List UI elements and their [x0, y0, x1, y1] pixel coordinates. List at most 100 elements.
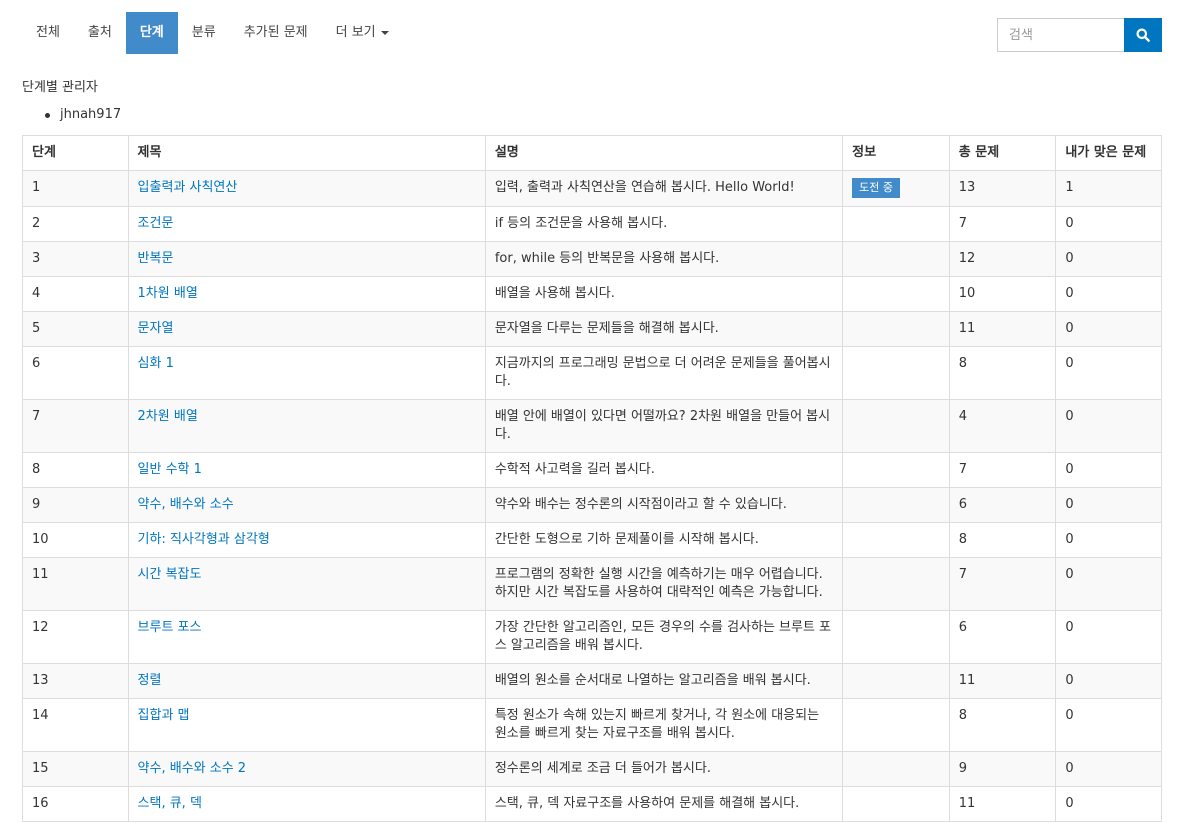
title-cell: 집합과 맵	[127, 698, 486, 752]
step-title-link[interactable]: 일반 수학 1	[138, 462, 202, 477]
description-cell: 스택, 큐, 덱 자료구조를 사용하여 문제를 해결해 봅시다.	[484, 786, 844, 822]
step-number-cell: 5	[22, 311, 129, 347]
table-row: 3 반복문 for, while 등의 반복문을 사용해 봅시다. 12 0	[22, 241, 1162, 277]
solved-problems-cell: 0	[1055, 206, 1162, 242]
table-row: 2 조건문 if 등의 조건문을 사용해 봅시다. 7 0	[22, 206, 1162, 242]
info-cell	[842, 276, 950, 312]
total-problems-cell: 13	[948, 170, 1057, 207]
page: 전체 출처 단계 분류 추가된 문제 더 보기 단계별 관리자 jhnah917…	[0, 0, 1179, 827]
tab-step[interactable]: 단계	[125, 12, 178, 54]
managers-heading: 단계별 관리자	[22, 80, 98, 95]
tab-added-problems[interactable]: 추가된 문제	[230, 12, 322, 54]
status-badge: 도전 중	[852, 178, 900, 198]
column-header-info: 정보	[842, 135, 950, 171]
info-cell	[842, 399, 950, 453]
total-problems-cell: 7	[948, 452, 1057, 488]
steps-table: 단계 제목 설명 정보 총 문제 내가 맞은 문제 1 입출력과 사칙연산 입력, …	[22, 135, 1162, 822]
title-cell: 입출력과 사칙연산	[127, 170, 486, 207]
info-cell	[842, 557, 950, 611]
managers-list: jhnah917	[22, 106, 121, 124]
step-title-link[interactable]: 2차원 배열	[138, 409, 198, 424]
description-cell: 정수론의 세계로 조금 더 들어가 봅시다.	[484, 751, 844, 787]
info-cell	[842, 311, 950, 347]
description-cell: for, while 등의 반복문을 사용해 봅시다.	[484, 241, 844, 277]
table-row: 14 집합과 맵 특정 원소가 속해 있는지 빠르게 찾거나, 각 원소에 대응되는…	[22, 698, 1162, 752]
info-cell	[842, 241, 950, 277]
search-input[interactable]	[997, 18, 1124, 52]
step-title-link[interactable]: 기하: 직사각형과 삼각형	[138, 532, 270, 547]
title-cell: 스택, 큐, 덱	[127, 786, 486, 822]
step-title-link[interactable]: 집합과 맵	[138, 708, 190, 723]
description-cell: 배열 안에 배열이 있다면 어떨까요? 2차원 배열을 만들어 봅시다.	[484, 399, 844, 453]
tab-label: 더 보기	[335, 25, 376, 40]
step-title-link[interactable]: 1차원 배열	[138, 286, 198, 301]
total-problems-cell: 11	[948, 311, 1057, 347]
info-cell	[842, 487, 950, 523]
step-title-link[interactable]: 약수, 배수와 소수 2	[138, 761, 247, 776]
solved-problems-cell: 0	[1055, 522, 1162, 558]
info-cell	[842, 522, 950, 558]
total-problems-cell: 4	[948, 399, 1057, 453]
table-row: 11 시간 복잡도 프로그램의 정확한 실행 시간을 예측하기는 매우 어렵습니다.…	[22, 557, 1162, 611]
table-row: 16 스택, 큐, 덱 스택, 큐, 덱 자료구조를 사용하여 문제를 해결해 봅시…	[22, 786, 1162, 822]
title-cell: 조건문	[127, 206, 486, 242]
tab-label: 단계	[139, 25, 164, 40]
solved-problems-cell: 0	[1055, 487, 1162, 523]
column-header-title: 제목	[127, 135, 486, 171]
step-title-link[interactable]: 시간 복잡도	[138, 567, 202, 582]
step-title-link[interactable]: 스택, 큐, 덱	[138, 796, 202, 811]
title-cell: 약수, 배수와 소수	[127, 487, 486, 523]
info-cell	[842, 610, 950, 664]
total-problems-cell: 7	[948, 206, 1057, 242]
step-title-link[interactable]: 문자열	[138, 321, 174, 336]
step-number-cell: 6	[22, 346, 129, 400]
description-cell: 배열을 사용해 봅시다.	[484, 276, 844, 312]
step-title-link[interactable]: 정렬	[138, 673, 162, 688]
step-number-cell: 13	[22, 663, 129, 699]
search-button[interactable]	[1124, 18, 1162, 52]
solved-problems-cell: 0	[1055, 751, 1162, 787]
info-cell	[842, 786, 950, 822]
info-cell	[842, 206, 950, 242]
table-row: 13 정렬 배열의 원소를 순서대로 나열하는 알고리즘을 배워 봅시다. 11 0	[22, 663, 1162, 699]
title-cell: 2차원 배열	[127, 399, 486, 453]
solved-problems-cell: 0	[1055, 346, 1162, 400]
solved-problems-cell: 0	[1055, 786, 1162, 822]
table-row: 4 1차원 배열 배열을 사용해 봅시다. 10 0	[22, 276, 1162, 312]
step-title-link[interactable]: 반복문	[138, 251, 174, 266]
table-row: 12 브루트 포스 가장 간단한 알고리즘인, 모든 경우의 수를 검사하는 브루트…	[22, 610, 1162, 664]
step-number-cell: 16	[22, 786, 129, 822]
step-title-link[interactable]: 브루트 포스	[138, 620, 202, 635]
tab-more-dropdown[interactable]: 더 보기	[322, 12, 403, 54]
tab-category[interactable]: 분류	[178, 12, 230, 54]
solved-problems-cell: 0	[1055, 698, 1162, 752]
column-header-solved: 내가 맞은 문제	[1055, 135, 1162, 171]
total-problems-cell: 7	[948, 557, 1057, 611]
solved-problems-cell: 0	[1055, 241, 1162, 277]
tab-all[interactable]: 전체	[22, 12, 74, 54]
manager-item: jhnah917	[22, 106, 121, 124]
step-title-link[interactable]: 입출력과 사칙연산	[138, 180, 238, 195]
tab-label: 분류	[191, 25, 216, 40]
solved-problems-cell: 0	[1055, 557, 1162, 611]
info-cell	[842, 751, 950, 787]
title-cell: 기하: 직사각형과 삼각형	[127, 522, 486, 558]
column-header-description: 설명	[484, 135, 844, 171]
table-row: 10 기하: 직사각형과 삼각형 간단한 도형으로 기하 문제풀이를 시작해 봅시다…	[22, 522, 1162, 558]
table-row: 1 입출력과 사칙연산 입력, 출력과 사칙연산을 연습해 봅시다. Hello W…	[22, 170, 1162, 207]
step-number-cell: 7	[22, 399, 129, 453]
table-row: 5 문자열 문자열을 다루는 문제들을 해결해 봅시다. 11 0	[22, 311, 1162, 347]
info-cell	[842, 698, 950, 752]
step-title-link[interactable]: 조건문	[138, 216, 174, 231]
tab-source[interactable]: 출처	[74, 12, 126, 54]
solved-problems-cell: 0	[1055, 610, 1162, 664]
title-cell: 정렬	[127, 663, 486, 699]
step-title-link[interactable]: 약수, 배수와 소수	[138, 497, 234, 512]
step-number-cell: 15	[22, 751, 129, 787]
solved-problems-cell: 0	[1055, 311, 1162, 347]
description-cell: 가장 간단한 알고리즘인, 모든 경우의 수를 검사하는 브루트 포스 알고리즘…	[484, 610, 844, 664]
description-cell: 프로그램의 정확한 실행 시간을 예측하기는 매우 어렵습니다. 하지만 시간 …	[484, 557, 844, 611]
step-title-link[interactable]: 심화 1	[138, 356, 174, 371]
description-cell: 배열의 원소를 순서대로 나열하는 알고리즘을 배워 봅시다.	[484, 663, 844, 699]
solved-problems-cell: 0	[1055, 663, 1162, 699]
